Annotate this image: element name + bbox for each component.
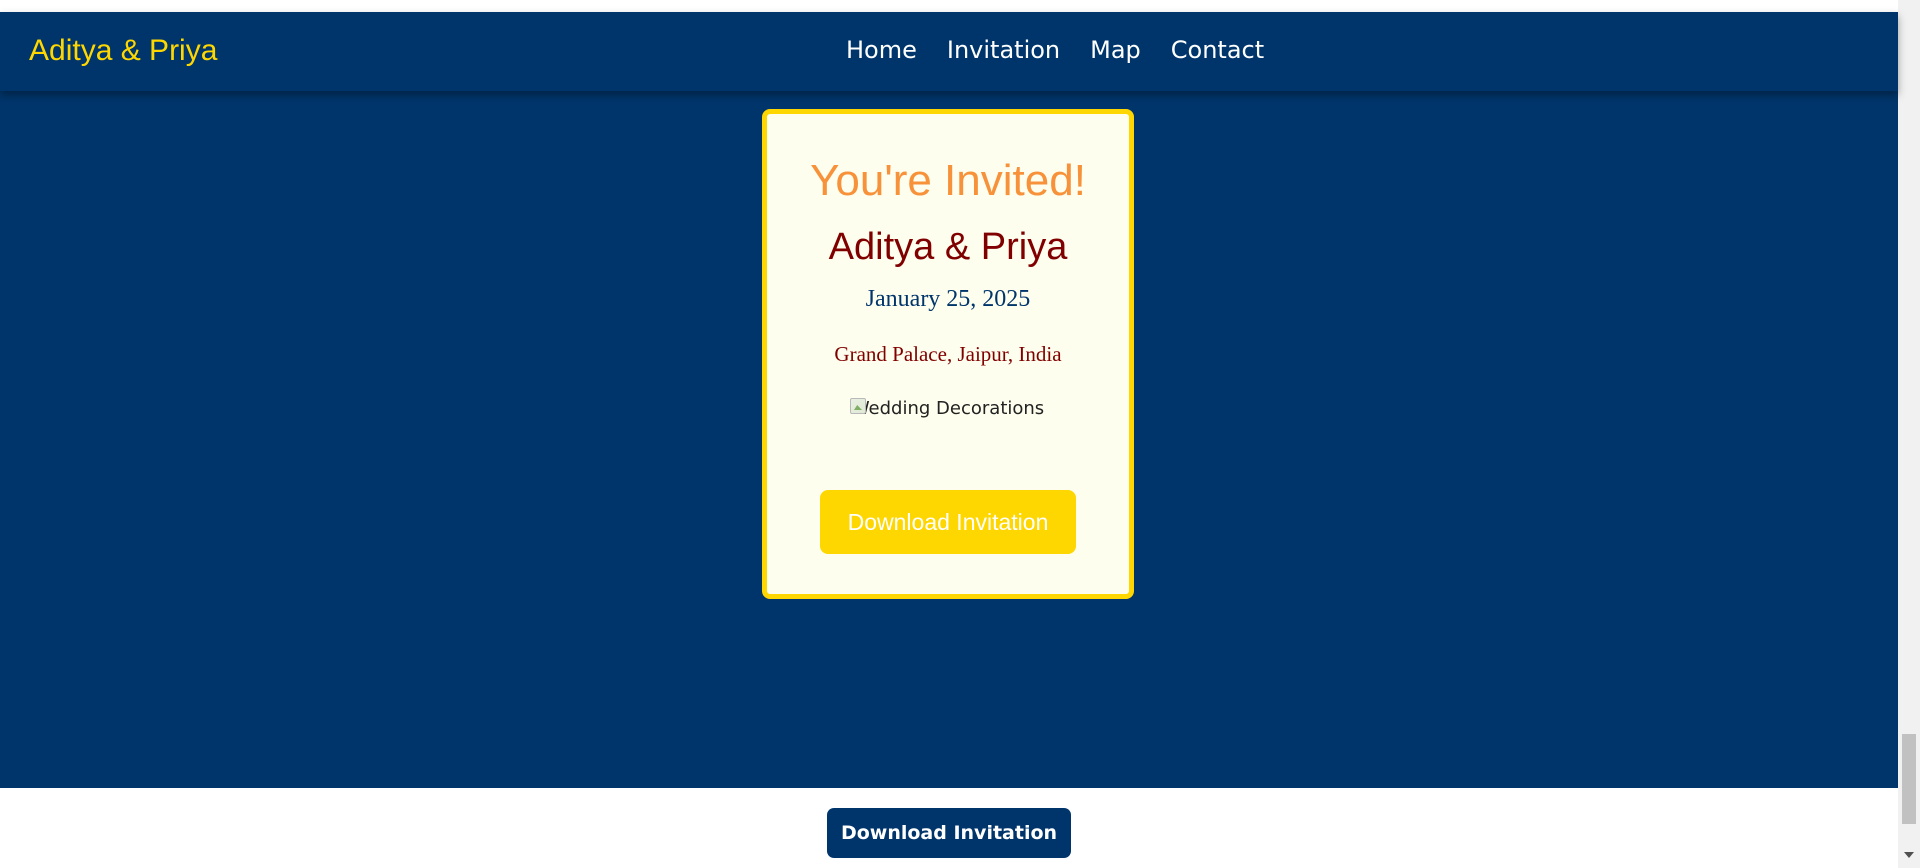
nav-links: Home Invitation Map Contact: [846, 36, 1294, 64]
download-invitation-button[interactable]: Download Invitation: [827, 808, 1071, 858]
nav-link-invitation[interactable]: Invitation: [947, 36, 1060, 64]
card-download-invitation-button[interactable]: Download Invitation: [820, 490, 1076, 554]
scrollbar-thumb[interactable]: [1902, 734, 1916, 824]
nav-link-contact[interactable]: Contact: [1171, 36, 1264, 64]
vertical-scrollbar[interactable]: [1898, 0, 1920, 868]
wedding-venue: Grand Palace, Jaipur, India: [834, 342, 1062, 366]
top-strip: [0, 0, 1898, 12]
image-alt-text: Wedding Decorations: [851, 398, 1045, 419]
wedding-date: January 25, 2025: [865, 286, 1031, 312]
site-brand[interactable]: Aditya & Priya: [29, 34, 217, 68]
wedding-decorations-image: Wedding Decorations: [850, 394, 1046, 458]
invitation-card: You're Invited! Aditya & Priya January 2…: [762, 109, 1134, 599]
nav-link-map[interactable]: Map: [1090, 36, 1141, 64]
scroll-down-arrow-icon[interactable]: [1904, 852, 1914, 858]
page: Aditya & Priya Home Invitation Map Conta…: [0, 0, 1920, 868]
invitation-title: You're Invited!: [810, 156, 1086, 205]
page-content: Aditya & Priya Home Invitation Map Conta…: [0, 0, 1898, 868]
broken-image-icon: [850, 398, 866, 414]
nav-link-home[interactable]: Home: [846, 36, 917, 64]
couple-names: Aditya & Priya: [828, 226, 1068, 268]
navbar: Aditya & Priya Home Invitation Map Conta…: [0, 12, 1898, 91]
